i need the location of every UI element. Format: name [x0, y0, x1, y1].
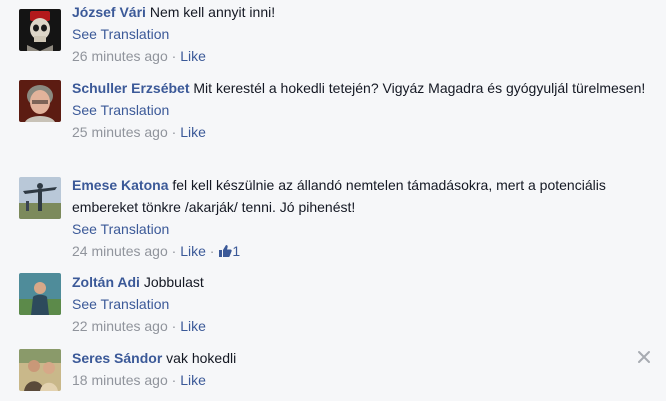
separator: ·	[171, 124, 177, 140]
comment-author[interactable]: Zoltán Adi	[72, 274, 140, 290]
avatar[interactable]	[19, 349, 61, 391]
comment-author[interactable]: Emese Katona	[72, 177, 168, 193]
comment-text: Mit kerestél a hokedli tetején? Vigyáz M…	[193, 80, 646, 96]
like-count[interactable]: 1	[218, 243, 240, 259]
comment-text: Nem kell annyit inni!	[149, 4, 276, 20]
comment-author[interactable]: József Vári	[72, 4, 146, 20]
separator: ·	[171, 318, 177, 334]
avatar[interactable]	[19, 273, 61, 315]
separator: ·	[209, 243, 215, 259]
like-link[interactable]: Like	[180, 124, 206, 140]
like-count-value: 1	[232, 243, 241, 259]
separator: ·	[171, 372, 177, 388]
avatar[interactable]	[19, 80, 61, 122]
comment-text: Jobbulast	[143, 274, 204, 290]
see-translation-link[interactable]: See Translation	[72, 221, 169, 237]
comment-author[interactable]: Schuller Erzsébet	[72, 80, 190, 96]
comment-timestamp[interactable]: 26 minutes ago	[72, 48, 168, 64]
comment-text: vak hokedli	[166, 350, 237, 366]
separator: ·	[171, 48, 177, 64]
close-icon[interactable]	[636, 349, 652, 365]
like-link[interactable]: Like	[180, 48, 206, 64]
avatar[interactable]	[19, 177, 61, 219]
see-translation-link[interactable]: See Translation	[72, 102, 169, 118]
see-translation-link[interactable]: See Translation	[72, 26, 169, 42]
thumbs-up-icon	[219, 245, 233, 257]
comment-timestamp[interactable]: 18 minutes ago	[72, 372, 168, 388]
comment-timestamp[interactable]: 24 minutes ago	[72, 243, 168, 259]
like-link[interactable]: Like	[180, 243, 206, 259]
comment-timestamp[interactable]: 22 minutes ago	[72, 318, 168, 334]
avatar[interactable]	[19, 9, 61, 51]
like-link[interactable]: Like	[180, 318, 206, 334]
like-link[interactable]: Like	[180, 372, 206, 388]
see-translation-link[interactable]: See Translation	[72, 296, 169, 312]
comment-timestamp[interactable]: 25 minutes ago	[72, 124, 168, 140]
separator: ·	[171, 243, 177, 259]
comment-author[interactable]: Seres Sándor	[72, 350, 162, 366]
